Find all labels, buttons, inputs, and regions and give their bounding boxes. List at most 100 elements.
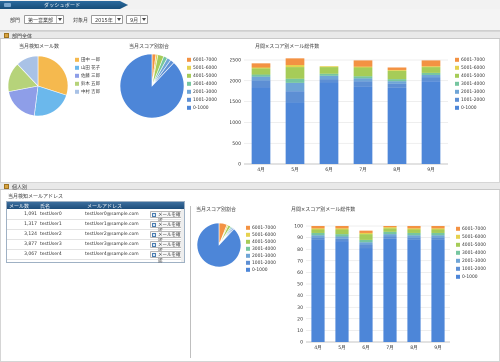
bar-segment <box>285 67 305 79</box>
bar-segment <box>407 237 421 240</box>
y-tick-label: 1500 <box>230 99 241 105</box>
legend-swatch <box>187 65 191 70</box>
bar-segment <box>387 83 407 88</box>
x-tick-label: 9月 <box>427 167 435 173</box>
table-scrollbar[interactable] <box>181 209 184 262</box>
ind-score-pie-chart: 6001-70005001-60004001-50003001-40002001… <box>196 222 276 273</box>
y-tick-label: 10 <box>297 328 303 334</box>
legend-swatch <box>75 89 79 94</box>
legend-swatch <box>75 73 79 78</box>
legend-label: 0-1000 <box>461 105 477 111</box>
col-header-name[interactable]: 氏名 <box>40 203 50 210</box>
col-header-email[interactable]: メールアドレス <box>87 203 122 210</box>
y-tick-label: 2500 <box>230 58 241 64</box>
row-email: testUser1@sample.com <box>85 222 139 227</box>
bar-segment <box>285 64 305 68</box>
bar-segment <box>251 68 271 75</box>
y-tick-label: 40 <box>297 293 303 299</box>
bar-segment <box>319 66 339 68</box>
legend-label: 0-1000 <box>462 274 478 280</box>
bar-segment <box>335 226 349 229</box>
row-count: 1,317 <box>24 222 37 227</box>
bar-segment <box>285 102 305 164</box>
legend-label: 0-1000 <box>193 105 209 111</box>
bar-segment <box>421 77 441 82</box>
check-mail-button[interactable]: メールを確認 <box>150 211 182 224</box>
legend-label: 山田 花子 <box>81 64 101 71</box>
legend-label: 1001-2000 <box>461 97 485 103</box>
bar-segment <box>335 238 349 242</box>
bar-segment <box>353 67 373 77</box>
row-count: 3,067 <box>24 252 37 257</box>
y-tick-label: 2000 <box>230 78 241 84</box>
row-name: testUser2 <box>40 232 62 237</box>
dashboard-tab[interactable]: ダッシュボード <box>0 1 128 9</box>
pie-slice <box>119 53 185 119</box>
legend-label: 6001-7000 <box>461 57 485 63</box>
legend-label: 中村 吉郎 <box>81 88 101 95</box>
bar-segment <box>311 237 325 240</box>
year-select[interactable]: 2015年 <box>91 15 123 24</box>
legend-label: 3001-4000 <box>193 81 217 87</box>
month-select[interactable]: 9月 <box>126 15 148 24</box>
dashboard-tab-label: ダッシュボード <box>44 3 81 9</box>
legend-swatch <box>75 65 79 70</box>
legend-label: 3001-4000 <box>461 81 485 87</box>
col-header-count[interactable]: メール数 <box>9 203 29 210</box>
department-select[interactable]: 第一営業部 <box>24 15 64 24</box>
bar-segment <box>383 227 397 229</box>
y-tick-label: 80 <box>297 247 303 253</box>
x-tick-label: 8月 <box>410 345 418 351</box>
bar-segment <box>431 229 445 233</box>
bar-segment <box>383 238 397 342</box>
row-email: testUser2@sample.com <box>85 232 139 237</box>
row-email: testUser3@sample.com <box>85 242 139 247</box>
table-row: 3,124 testUser2 testUser2@sample.com メール… <box>7 230 184 244</box>
ind-section-title: 当月検知メールアドレス <box>8 194 64 200</box>
legend-swatch <box>187 97 191 102</box>
legend-swatch <box>187 73 191 78</box>
y-tick-label: 100 <box>294 224 303 230</box>
check-mail-button[interactable]: メールを確認 <box>150 221 182 234</box>
x-tick-label: 4月 <box>257 167 265 173</box>
user-table: メール数 氏名 メールアドレス 1,091 testUser0 testUser… <box>6 201 185 264</box>
bar-segment <box>421 60 441 67</box>
legend-label: 0-1000 <box>252 267 268 273</box>
bar-segment <box>359 230 373 233</box>
check-mail-button[interactable]: メールを確認 <box>150 251 182 264</box>
bar-segment <box>285 58 305 65</box>
individual-section-header[interactable]: 個人別 <box>0 182 500 191</box>
bar-segment <box>251 87 271 164</box>
legend-label: 5001-6000 <box>462 234 486 240</box>
table-row: 3,877 testUser3 testUser3@sample.com メール… <box>7 240 184 254</box>
bar-segment <box>251 76 271 81</box>
legend-swatch <box>456 242 460 247</box>
check-mail-button[interactable]: メールを確認 <box>150 231 182 244</box>
bar-segment <box>311 232 325 236</box>
bar-segment <box>319 75 339 80</box>
bar-segment <box>387 70 407 80</box>
table-row: 1,317 testUser1 testUser1@sample.com メール… <box>7 220 184 234</box>
legend-swatch <box>246 225 250 230</box>
bar-segment <box>359 242 373 245</box>
y-tick-label: 70 <box>297 258 303 264</box>
mail-icon <box>152 223 156 227</box>
legend-label: 2001-3000 <box>461 89 485 95</box>
bar-segment <box>431 228 445 230</box>
bar-segment <box>387 79 407 82</box>
legend-swatch <box>455 65 459 70</box>
department-section-header[interactable]: 部門全体 <box>0 31 500 40</box>
top-bar: ダッシュボード <box>0 0 500 9</box>
x-tick-label: 5月 <box>291 167 299 173</box>
x-tick-label: 6月 <box>362 345 370 351</box>
panel-divider <box>190 206 191 358</box>
legend-swatch <box>246 232 250 237</box>
y-tick-label: 50 <box>297 282 303 288</box>
check-mail-button[interactable]: メールを確認 <box>150 241 182 254</box>
bar-segment <box>383 234 397 237</box>
dept-pie-title: 当月検知メール数 <box>19 44 60 50</box>
bar-segment <box>407 229 421 233</box>
row-name: testUser0 <box>40 212 62 217</box>
bar-segment <box>387 81 407 84</box>
bar-segment <box>431 226 445 229</box>
